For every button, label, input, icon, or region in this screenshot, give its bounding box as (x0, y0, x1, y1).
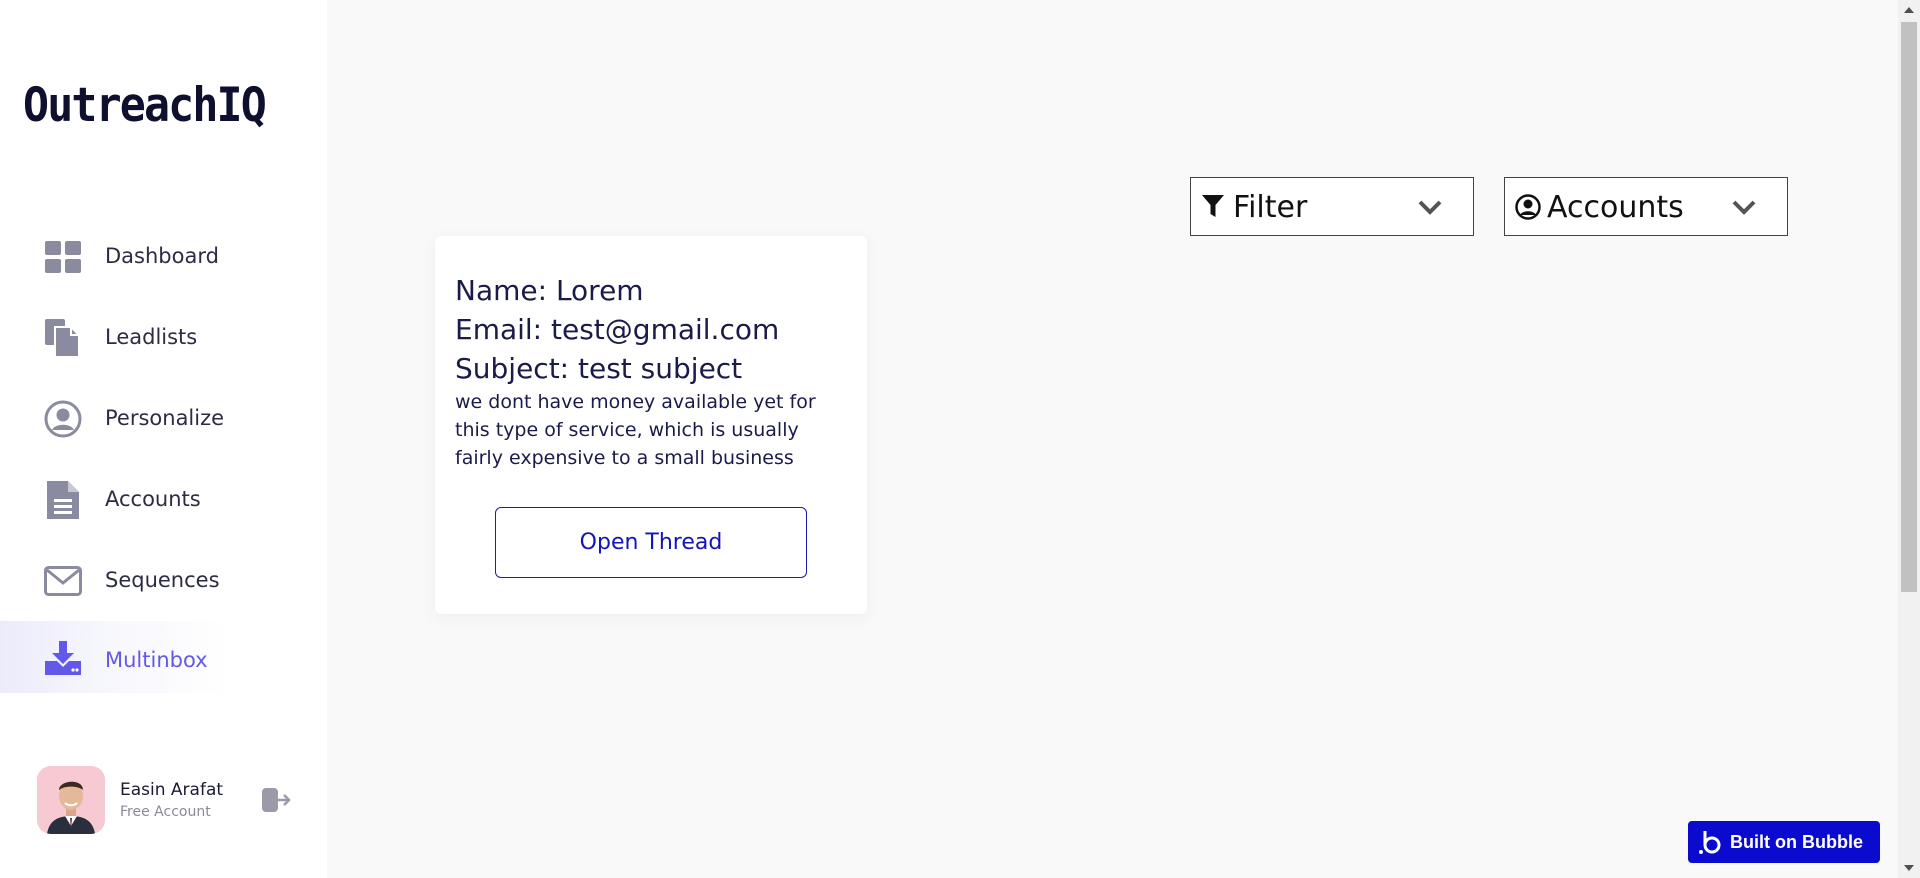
file-text-icon (44, 481, 82, 519)
sidebar-item-multinbox[interactable]: Multinbox (0, 621, 327, 693)
sidebar-item-label: Sequences (105, 568, 220, 592)
sidebar-item-dashboard[interactable]: Dashboard (0, 220, 327, 292)
download-tray-icon (44, 639, 82, 677)
message-body: we dont have money available yet for thi… (455, 391, 816, 469)
accounts-dropdown[interactable]: Accounts (1504, 177, 1788, 236)
chevron-down-icon (1417, 198, 1443, 216)
scroll-up-arrow-icon[interactable] (1898, 0, 1920, 20)
filter-label: Filter (1233, 190, 1308, 225)
sidebar-item-label: Multinbox (105, 648, 208, 672)
avatar[interactable] (37, 766, 105, 834)
profile-name: Easin Arafat (120, 780, 224, 800)
sidebar-item-accounts[interactable]: Accounts (0, 463, 327, 535)
scrollbar[interactable] (1898, 0, 1920, 878)
user-circle-icon (1515, 194, 1541, 220)
sidebar-item-label: Dashboard (105, 244, 219, 268)
envelope-icon (44, 562, 82, 600)
sidebar: OutreachIQ Dashboard Leadlists Personali… (0, 0, 327, 878)
scroll-down-arrow-icon[interactable] (1898, 858, 1920, 878)
sender-email: Email: test@gmail.com (455, 313, 780, 346)
logout-icon[interactable] (260, 784, 292, 816)
message-card: Name: Lorem Email: test@gmail.com Subjec… (435, 236, 867, 614)
user-circle-icon (44, 400, 82, 438)
app-logo[interactable]: OutreachIQ (23, 78, 267, 133)
sidebar-item-label: Accounts (105, 487, 201, 511)
sender-name: Name: Lorem (455, 274, 644, 307)
sidebar-item-leadlists[interactable]: Leadlists (0, 301, 327, 373)
bubble-logo-icon (1698, 829, 1722, 855)
sidebar-item-label: Personalize (105, 406, 225, 430)
documents-icon (44, 319, 82, 357)
scrollbar-thumb[interactable] (1901, 22, 1917, 592)
dashboard-icon (44, 238, 82, 276)
profile-plan: Free Account (120, 804, 211, 820)
built-on-bubble-badge[interactable]: Built on Bubble (1688, 821, 1880, 863)
filter-icon (1201, 194, 1227, 220)
accounts-label: Accounts (1547, 190, 1684, 225)
message-subject: Subject: test subject (455, 352, 743, 385)
chevron-down-icon (1731, 198, 1757, 216)
sidebar-item-sequences[interactable]: Sequences (0, 544, 327, 616)
user-profile: Easin Arafat Free Account (37, 766, 297, 834)
sidebar-item-personalize[interactable]: Personalize (0, 382, 327, 454)
sidebar-item-label: Leadlists (105, 325, 198, 349)
filter-dropdown[interactable]: Filter (1190, 177, 1474, 236)
open-thread-button[interactable]: Open Thread (495, 507, 807, 578)
badge-label: Built on Bubble (1730, 831, 1863, 852)
